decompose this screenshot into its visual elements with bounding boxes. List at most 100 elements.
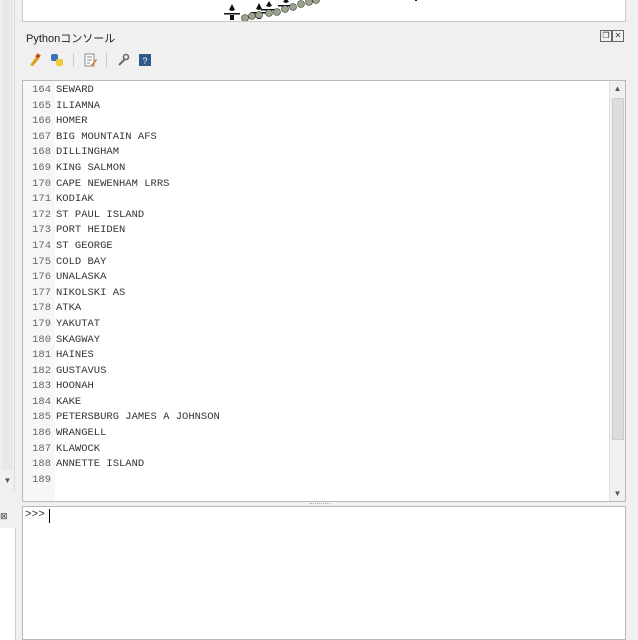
output-line: 170 CAPE NEWENHAM LRRS bbox=[23, 177, 220, 193]
line-number: 186 bbox=[32, 427, 51, 440]
line-number: 165 bbox=[32, 99, 51, 112]
line-text: ST PAUL ISLAND bbox=[56, 208, 145, 221]
output-line: 188 ANNETTE ISLAND bbox=[23, 457, 220, 473]
output-line: 189 bbox=[23, 473, 220, 489]
settings-wrench-icon[interactable] bbox=[114, 51, 132, 69]
python-run-icon[interactable] bbox=[48, 51, 66, 69]
scroll-up-arrow-icon[interactable]: ▲ bbox=[610, 81, 625, 96]
line-number: 169 bbox=[32, 161, 51, 174]
line-text: BIG MOUNTAIN AFS bbox=[56, 130, 157, 143]
line-text: COLD BAY bbox=[56, 255, 107, 268]
toolbar-separator bbox=[106, 53, 107, 67]
output-line: 166 HOMER bbox=[23, 114, 220, 130]
output-line: 181 HAINES bbox=[23, 348, 220, 364]
line-text: CAPE NEWENHAM LRRS bbox=[56, 177, 170, 190]
map-points-cluster bbox=[241, 0, 320, 21]
help-icon[interactable]: ? bbox=[136, 51, 154, 69]
line-number: 184 bbox=[32, 395, 51, 408]
line-text: ST GEORGE bbox=[56, 239, 113, 252]
airplane-icon bbox=[224, 4, 240, 20]
left-panel-scroll-thumb[interactable] bbox=[2, 0, 13, 470]
line-text: KLAWOCK bbox=[56, 442, 101, 455]
scroll-down-arrow-icon[interactable]: ▼ bbox=[610, 486, 625, 501]
line-number: 173 bbox=[32, 224, 51, 237]
close-icon[interactable]: ⊠ bbox=[0, 510, 17, 522]
output-line: 176 UNALASKA bbox=[23, 270, 220, 286]
line-number: 187 bbox=[32, 442, 51, 455]
line-number: 167 bbox=[32, 130, 51, 143]
line-number: 176 bbox=[32, 271, 51, 284]
python-console-title: Pythonコンソール bbox=[26, 33, 116, 45]
line-text: ATKA bbox=[56, 302, 82, 315]
output-line: 182 GUSTAVUS bbox=[23, 364, 220, 380]
output-line: 187 KLAWOCK bbox=[23, 442, 220, 458]
output-line: 164 SEWARD bbox=[23, 83, 220, 99]
line-text: GUSTAVUS bbox=[56, 364, 107, 377]
line-text: ILIAMNA bbox=[56, 99, 101, 112]
output-line: 173 PORT HEIDEN bbox=[23, 223, 220, 239]
line-text: DILLINGHAM bbox=[56, 146, 120, 159]
line-number: 183 bbox=[32, 380, 51, 393]
output-line: 179 YAKUTAT bbox=[23, 317, 220, 333]
line-text: WRANGELL bbox=[56, 427, 107, 440]
map-canvas[interactable] bbox=[22, 0, 626, 22]
console-output-editor[interactable]: 164 SEWARD 165 ILIAMNA 166 HOMER 167 BIG MOUNTA… bbox=[22, 80, 626, 502]
editor-scroll-thumb[interactable] bbox=[612, 98, 624, 440]
line-number: 174 bbox=[32, 239, 51, 252]
line-number: 179 bbox=[32, 317, 51, 330]
line-number: 182 bbox=[32, 364, 51, 377]
line-text: HAINES bbox=[56, 349, 94, 362]
output-line: 184 KAKE bbox=[23, 395, 220, 411]
output-lines: 164 SEWARD 165 ILIAMNA 166 HOMER 167 BIG MOUNTA… bbox=[23, 83, 220, 488]
line-number: 164 bbox=[32, 84, 51, 96]
line-number: 177 bbox=[32, 286, 51, 299]
output-line: 177 NIKOLSKI AS bbox=[23, 286, 220, 302]
console-input[interactable]: >>> bbox=[22, 506, 626, 640]
output-line: 186 WRANGELL bbox=[23, 426, 220, 442]
output-line: 174 ST GEORGE bbox=[23, 239, 220, 255]
text-caret bbox=[49, 509, 50, 523]
output-line: 167 BIG MOUNTAIN AFS bbox=[23, 130, 220, 146]
output-line: 168 DILLINGHAM bbox=[23, 145, 220, 161]
line-number: 189 bbox=[32, 473, 51, 486]
output-line: 172 ST PAUL ISLAND bbox=[23, 208, 220, 224]
output-line: 185 PETERSBURG JAMES A JOHNSON bbox=[23, 410, 220, 426]
scroll-down-arrow-icon[interactable]: ▼ bbox=[1, 474, 14, 488]
output-line: 165 ILIAMNA bbox=[23, 99, 220, 115]
editor-vertical-scrollbar[interactable]: ▲ ▼ bbox=[609, 81, 625, 501]
line-text: UNALASKA bbox=[56, 271, 107, 284]
line-text: YAKUTAT bbox=[56, 317, 101, 330]
show-editor-icon[interactable] bbox=[81, 51, 99, 69]
console-prompt: >>> bbox=[25, 509, 45, 521]
line-number: 181 bbox=[32, 349, 51, 362]
line-text: PORT HEIDEN bbox=[56, 224, 126, 237]
float-dock-icon[interactable]: ❐ bbox=[600, 30, 612, 42]
line-text: KING SALMON bbox=[56, 161, 126, 174]
output-line: 169 KING SALMON bbox=[23, 161, 220, 177]
window-right-edge bbox=[630, 0, 638, 640]
output-line: 180 SKAGWAY bbox=[23, 333, 220, 349]
airplane-icon bbox=[415, 0, 417, 1]
line-text: PETERSBURG JAMES A JOHNSON bbox=[56, 411, 220, 424]
line-number: 166 bbox=[32, 115, 51, 128]
svg-text:?: ? bbox=[142, 56, 147, 66]
line-text: ANNETTE ISLAND bbox=[56, 458, 145, 471]
line-number: 171 bbox=[32, 193, 51, 206]
line-number: 168 bbox=[32, 146, 51, 159]
line-text: SEWARD bbox=[56, 84, 94, 96]
line-text: KODIAK bbox=[56, 193, 94, 206]
line-number: 180 bbox=[32, 333, 51, 346]
left-panel-content bbox=[0, 528, 16, 640]
clear-console-icon[interactable] bbox=[26, 51, 44, 69]
close-dock-icon[interactable]: ✕ bbox=[612, 30, 624, 42]
line-number: 185 bbox=[32, 411, 51, 424]
line-number: 178 bbox=[32, 302, 51, 315]
line-text: HOONAH bbox=[56, 380, 94, 393]
line-number: 170 bbox=[32, 177, 51, 190]
output-line: 175 COLD BAY bbox=[23, 255, 220, 271]
line-number: 188 bbox=[32, 458, 51, 471]
line-number: 172 bbox=[32, 208, 51, 221]
toolbar-separator bbox=[73, 53, 74, 67]
line-number: 175 bbox=[32, 255, 51, 268]
output-line: 183 HOONAH bbox=[23, 379, 220, 395]
